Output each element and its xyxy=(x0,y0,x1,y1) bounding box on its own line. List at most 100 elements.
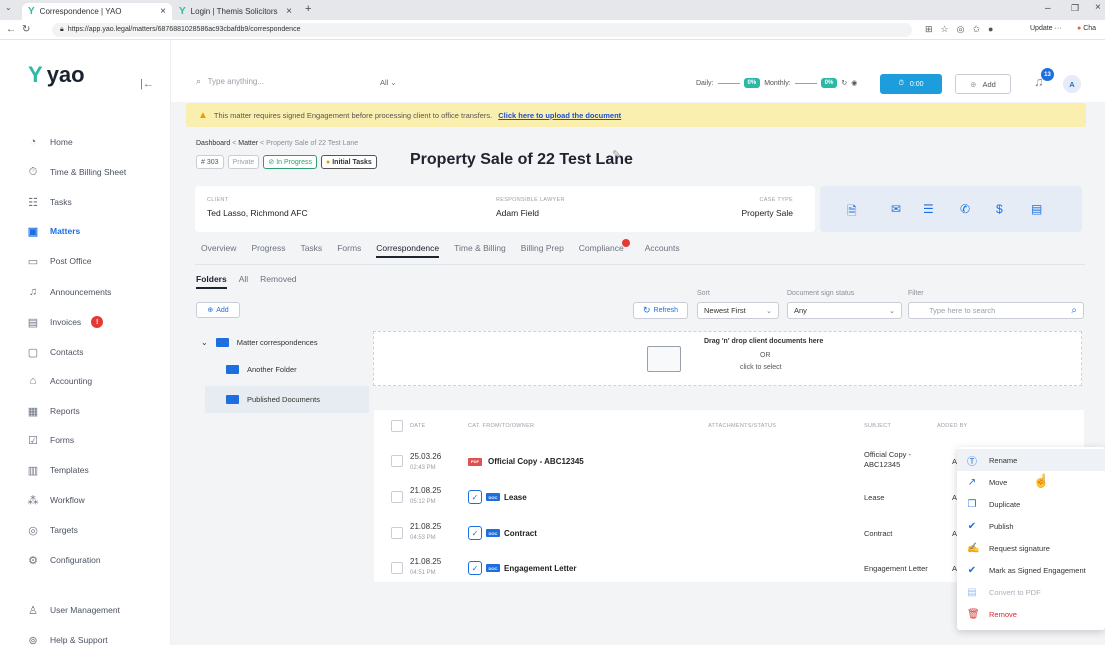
search-icon[interactable]: ⌕ xyxy=(1071,305,1077,316)
sidebar-item-post-office[interactable]: ▭ Post Office xyxy=(26,251,166,271)
restore-icon[interactable]: ❐ xyxy=(1071,3,1079,14)
tab-tasks[interactable]: Tasks xyxy=(300,243,322,258)
visibility-icon[interactable]: ◉ xyxy=(851,79,857,87)
menu-item-duplicate[interactable]: ❐ Duplicate xyxy=(957,493,1105,515)
menu-item-move[interactable]: ↗ Move xyxy=(957,471,1105,493)
reload-icon[interactable]: ↻ xyxy=(22,24,30,35)
tab-forms[interactable]: Forms xyxy=(337,243,361,258)
tab-time-billing[interactable]: Time & Billing xyxy=(454,243,506,258)
select-all-checkbox[interactable] xyxy=(391,420,403,432)
header-added-by[interactable]: ADDED BY xyxy=(937,423,968,429)
close-tab-icon[interactable]: × xyxy=(286,6,292,17)
tab-accounts[interactable]: Accounts xyxy=(645,243,680,258)
new-tab-icon[interactable]: + xyxy=(305,3,311,15)
extension-icon[interactable]: ◎ xyxy=(957,24,965,35)
folder-matter-correspondences[interactable]: ⌄ Matter correspondences xyxy=(201,331,318,353)
folder-published-documents[interactable]: Published Documents xyxy=(226,388,320,410)
search-scope-select[interactable]: All ⌄ xyxy=(380,78,397,87)
favorite-icon[interactable]: ☆ xyxy=(941,24,949,35)
sidebar-item-announcements[interactable]: ♫ Announcements xyxy=(26,282,166,302)
collapse-sidebar-icon[interactable]: |← xyxy=(140,78,154,90)
subtab-folders[interactable]: Folders xyxy=(196,274,227,289)
sidebar-item-forms[interactable]: ☑ Forms xyxy=(26,430,166,450)
client-value[interactable]: Ted Lasso, Richmond AFC xyxy=(207,208,308,218)
subtab-all[interactable]: All xyxy=(239,274,248,289)
sidebar-item-time-billing[interactable]: ⏱ Time & Billing Sheet xyxy=(26,162,166,182)
tab-progress[interactable]: Progress xyxy=(251,243,285,258)
sign-status-select[interactable]: Any ⌄ xyxy=(787,302,902,319)
browser-tab-login[interactable]: Y Login | Themis Solicitors × xyxy=(173,3,298,20)
sidebar-item-templates[interactable]: ▥ Templates xyxy=(26,460,166,480)
header-date[interactable]: DATE xyxy=(410,423,425,429)
folder-another-folder[interactable]: Another Folder xyxy=(226,358,297,380)
sidebar-item-configuration[interactable]: ⚙ Configuration xyxy=(26,550,166,570)
document-title[interactable]: Contract xyxy=(504,529,537,538)
url-field[interactable]: 🔒︎ https://app.yao.legal/matters/68768810… xyxy=(52,23,912,37)
tab-correspondence[interactable]: Correspondence xyxy=(376,243,440,258)
row-checkbox[interactable] xyxy=(391,562,403,574)
yao-logo[interactable]: Y yao xyxy=(28,62,85,88)
document-title[interactable]: Official Copy - ABC12345 xyxy=(488,457,584,466)
sidebar-item-help-support[interactable]: ⊚ Help & Support xyxy=(26,630,166,645)
menu-item-rename[interactable]: Ⓣ Rename xyxy=(957,449,1105,471)
header-subject[interactable]: SUBJECT xyxy=(864,423,891,429)
sidebar-item-matters[interactable]: ▣ Matters xyxy=(26,221,166,241)
subtab-removed[interactable]: Removed xyxy=(260,274,296,289)
menu-item-request-signature[interactable]: ✍ Request signature xyxy=(957,537,1105,559)
phone-icon[interactable]: ✆ xyxy=(960,202,970,216)
menu-item-publish[interactable]: ✔ Publish xyxy=(957,515,1105,537)
profile-icon[interactable]: ● xyxy=(988,24,993,35)
menu-item-remove[interactable]: 🗑︎ Remove xyxy=(957,603,1105,625)
document-title[interactable]: Lease xyxy=(504,493,527,502)
header-attachments[interactable]: ATTACHMENTS/STATUS xyxy=(708,423,776,429)
sidebar-item-accounting[interactable]: ⌂ Accounting xyxy=(26,371,166,391)
edit-title-icon[interactable]: ✎ xyxy=(612,148,621,161)
search-input[interactable]: Type anything... xyxy=(208,77,264,86)
list-icon[interactable]: ☰ xyxy=(923,202,934,216)
menu-item-mark-signed[interactable]: ✔ Mark as Signed Engagement xyxy=(957,559,1105,581)
sidebar-item-targets[interactable]: ◎ Targets xyxy=(26,520,166,540)
update-button[interactable]: Update ··· xyxy=(1030,25,1062,32)
row-checkbox[interactable] xyxy=(391,491,403,503)
document-dropzone[interactable]: Drag 'n' drop client documents here OR c… xyxy=(373,331,1082,386)
close-window-icon[interactable]: × xyxy=(1095,2,1101,13)
document-icon[interactable]: 🗎︎ xyxy=(847,202,857,223)
refresh-button[interactable]: ↻ Refresh xyxy=(633,302,688,319)
avatar[interactable]: A xyxy=(1063,75,1081,93)
browser-tab-correspondence[interactable]: Y Correspondence | YAO × xyxy=(22,3,172,20)
tab-overview[interactable]: Overview xyxy=(201,243,236,258)
timer-button[interactable]: ⏱ 0:00 xyxy=(880,74,942,94)
sort-select[interactable]: Newest First ⌄ xyxy=(697,302,779,319)
sidebar-item-home[interactable]: ◔ Home xyxy=(26,132,166,152)
row-checkbox[interactable] xyxy=(391,455,403,467)
filter-input[interactable]: Type here to search ⌕ xyxy=(908,302,1084,319)
chevron-down-icon[interactable]: ⌄ xyxy=(201,338,208,347)
sidebar-item-contacts[interactable]: ▢ Contacts xyxy=(26,342,166,362)
sidebar-item-reports[interactable]: ▦ Reports xyxy=(26,401,166,421)
document-title[interactable]: Engagement Letter xyxy=(504,564,576,573)
refresh-stats-icon[interactable]: ↻ xyxy=(841,79,847,87)
sidebar-item-tasks[interactable]: ☷ Tasks xyxy=(26,192,166,212)
tab-compliance[interactable]: Compliance xyxy=(579,239,630,258)
file-icon[interactable]: ▤ xyxy=(1031,202,1042,216)
add-button[interactable]: ⊕ Add xyxy=(955,74,1011,94)
tab-list-icon[interactable]: ⌄ xyxy=(5,3,12,12)
breadcrumb-dashboard[interactable]: Dashboard xyxy=(196,140,230,147)
tab-billing-prep[interactable]: Billing Prep xyxy=(521,243,564,258)
row-checkbox[interactable] xyxy=(391,527,403,539)
sidebar-item-invoices[interactable]: ▤ Invoices! xyxy=(26,312,166,332)
mail-icon[interactable]: ✉︎ xyxy=(891,202,901,216)
minimize-icon[interactable]: – xyxy=(1045,3,1051,14)
global-search[interactable]: ⌕ Type anything... xyxy=(196,76,376,96)
breadcrumb-matter[interactable]: Matter xyxy=(238,140,258,147)
sidebar-item-user-management[interactable]: ♙ User Management xyxy=(26,600,166,620)
upload-document-link[interactable]: Click here to upload the document xyxy=(498,111,621,120)
copilot-button[interactable]: ● Cha xyxy=(1077,25,1096,32)
reader-icon[interactable]: ⊞ xyxy=(925,24,933,35)
close-tab-icon[interactable]: × xyxy=(160,6,166,17)
sidebar-item-workflow[interactable]: ⁂ Workflow xyxy=(26,490,166,510)
back-icon[interactable]: ← xyxy=(6,24,16,35)
add-folder-button[interactable]: ⊕ Add xyxy=(196,302,240,318)
favorites-list-icon[interactable]: ✩ xyxy=(972,24,980,35)
header-category[interactable]: CAT. FROM/TO/OWNER xyxy=(468,423,534,429)
